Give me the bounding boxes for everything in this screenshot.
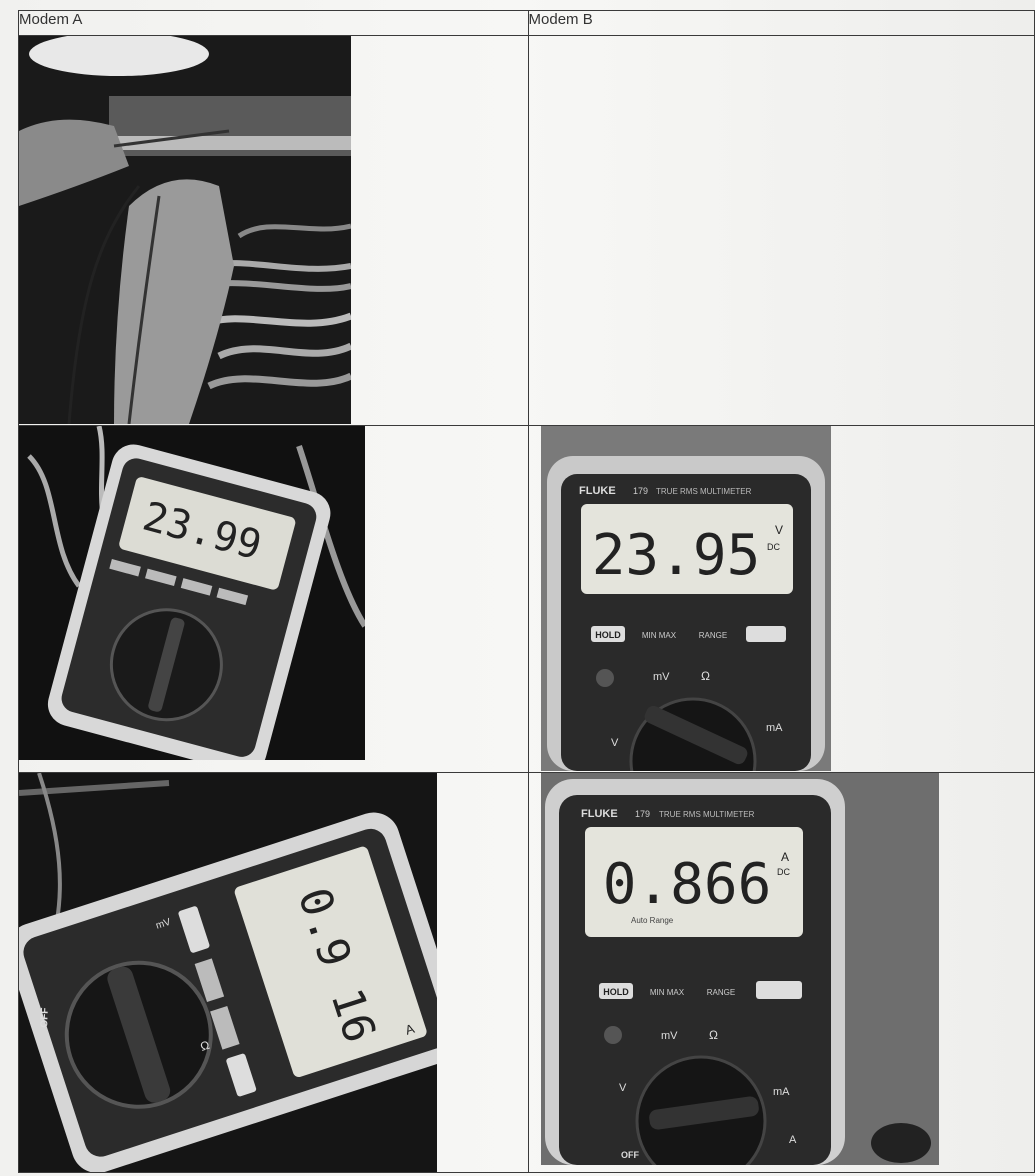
meter-b-voltage-dial-mv: mV <box>653 671 670 683</box>
meter-b-current-brand: FLUKE <box>581 808 618 820</box>
cell-modem-a-voltage: 23.99 <box>18 425 529 773</box>
meter-b-voltage-hold-label: HOLD <box>595 630 621 640</box>
photo-probing-cables <box>19 36 351 424</box>
meter-b-voltage-reading: 23.95 <box>591 523 760 588</box>
meter-b-voltage-unit: V <box>775 523 783 537</box>
meter-b-current-minmax-label: MIN MAX <box>649 988 684 997</box>
meter-b-voltage-dial-ma: mA <box>766 722 783 734</box>
meter-b-voltage-brand: FLUKE <box>579 485 616 497</box>
meter-b-current-mode: DC <box>777 867 790 877</box>
meter-b-voltage-model: 179 <box>633 486 648 496</box>
meter-b-voltage-dial-ohm: Ω <box>701 669 710 683</box>
photo-multimeter-a-current: 0.9 16 A OFF mV Ω <box>19 773 437 1172</box>
photo-multimeter-b-current: FLUKE 179 TRUE RMS MULTIMETER 0.866 A DC… <box>540 773 939 1165</box>
meter-b-voltage-range-label: RANGE <box>698 631 726 640</box>
meter-b-current-dial-ma: mA <box>773 1086 790 1098</box>
comparison-table: Modem A Modem B 23.99 FLUKE 179 TRUE RMS… <box>18 10 1035 1173</box>
cell-modem-b-empty <box>527 35 1035 426</box>
meter-b-voltage-minmax-label: MIN MAX <box>641 631 676 640</box>
meter-b-voltage-dial-v: V <box>611 737 619 749</box>
photo-multimeter-b-voltage: FLUKE 179 TRUE RMS MULTIMETER 23.95 V DC… <box>540 426 831 771</box>
meter-b-current-unit: A <box>781 850 789 864</box>
meter-b-current-subtitle: TRUE RMS MULTIMETER <box>659 810 755 819</box>
meter-b-current-range-note: Auto Range <box>631 916 674 925</box>
meter-b-voltage-subtitle: TRUE RMS MULTIMETER <box>656 487 752 496</box>
meter-b-current-model: 179 <box>635 809 650 819</box>
meter-b-current-dial-mv: mV <box>661 1030 678 1042</box>
meter-b-current-dial-a: A <box>789 1134 797 1146</box>
meter-a-current-off-label: OFF <box>39 1007 51 1027</box>
document-page: Modem A Modem B 23.99 FLUKE 179 TRUE RMS… <box>0 0 1035 1176</box>
cell-modem-a-probing <box>18 35 529 426</box>
meter-b-voltage-mode: DC <box>767 542 780 552</box>
meter-b-current-reading: 0.866 <box>602 852 771 917</box>
column-header-modem-a: Modem A <box>18 10 529 36</box>
cell-modem-b-current: FLUKE 179 TRUE RMS MULTIMETER 0.866 A DC… <box>527 772 1035 1173</box>
meter-b-current-off-label: OFF <box>621 1150 639 1160</box>
meter-b-current-dial-v: V <box>619 1082 627 1094</box>
meter-b-current-dial-ohm: Ω <box>709 1028 718 1042</box>
cell-modem-a-current: 0.9 16 A OFF mV Ω <box>18 772 529 1173</box>
column-header-modem-b: Modem B <box>527 10 1035 36</box>
cell-modem-b-voltage: FLUKE 179 TRUE RMS MULTIMETER 23.95 V DC… <box>527 425 1035 773</box>
photo-multimeter-a-voltage: 23.99 <box>19 426 365 760</box>
meter-b-current-range-label: RANGE <box>706 988 734 997</box>
meter-b-current-hold-label: HOLD <box>603 987 629 997</box>
